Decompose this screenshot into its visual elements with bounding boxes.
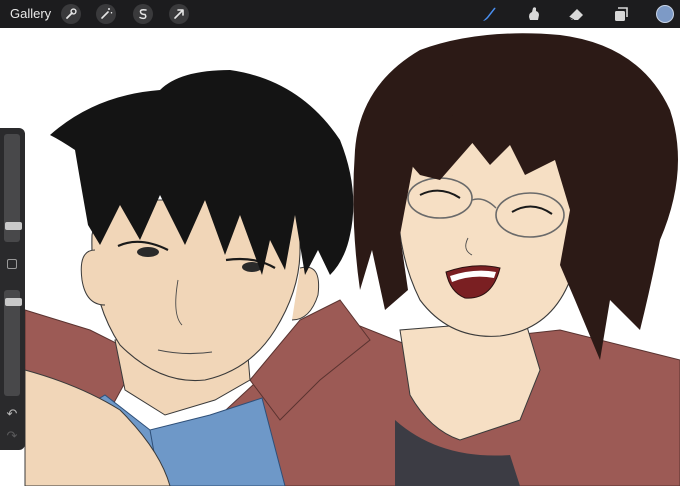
opacity-thumb[interactable] bbox=[5, 298, 22, 306]
smudge-icon[interactable] bbox=[524, 4, 544, 24]
layers-icon[interactable] bbox=[611, 4, 631, 24]
redo-arrow-icon[interactable]: ↷ bbox=[4, 430, 20, 444]
selection-s-icon[interactable] bbox=[133, 4, 153, 24]
brush-size-slider[interactable] bbox=[4, 134, 22, 242]
magic-wand-icon[interactable] bbox=[96, 4, 116, 24]
drawing-canvas[interactable] bbox=[0, 28, 680, 486]
top-toolbar: Gallery bbox=[0, 0, 680, 28]
brush-size-thumb[interactable] bbox=[5, 222, 22, 230]
left-sidebar: ↶ ↷ bbox=[0, 128, 25, 450]
transform-arrow-icon[interactable] bbox=[169, 4, 189, 24]
undo-arrow-icon[interactable]: ↶ bbox=[4, 408, 20, 422]
eraser-icon[interactable] bbox=[566, 4, 586, 24]
gallery-button[interactable]: Gallery bbox=[10, 6, 51, 21]
wrench-icon[interactable] bbox=[61, 4, 81, 24]
opacity-slider[interactable] bbox=[4, 290, 22, 396]
square-modifier-icon[interactable] bbox=[7, 259, 17, 269]
brush-icon[interactable] bbox=[479, 4, 499, 24]
color-swatch[interactable] bbox=[656, 5, 674, 23]
